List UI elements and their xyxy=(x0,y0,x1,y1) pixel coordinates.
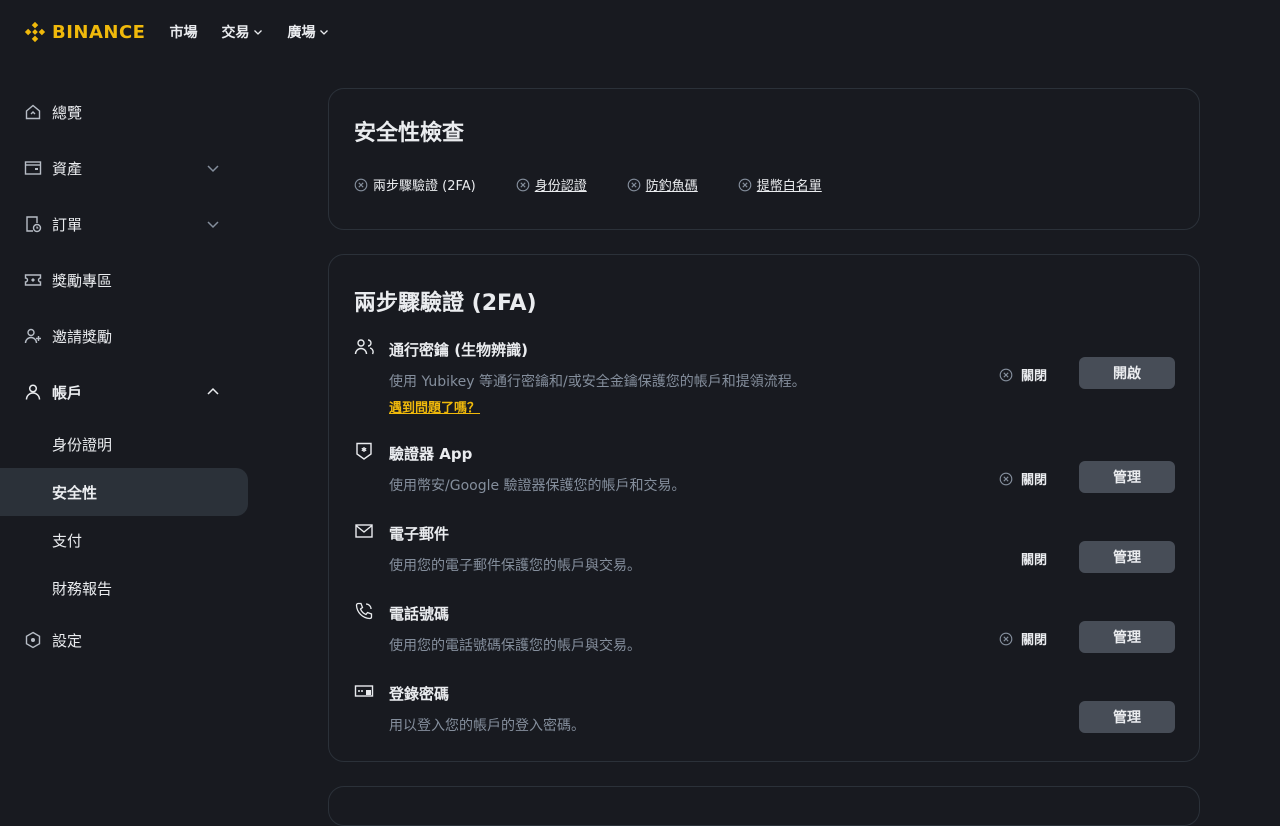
binance-logo-icon xyxy=(24,21,46,43)
chevron-down-icon[interactable] xyxy=(206,217,220,231)
settings-icon xyxy=(24,631,42,649)
check-identity[interactable]: 身份認證 xyxy=(516,175,587,194)
security-check-title: 安全性檢查 xyxy=(354,121,465,146)
row-description: 使用幣安/Google 驗證器保護您的帳戶和交易。 xyxy=(389,478,686,494)
status-label: 關閉 xyxy=(1020,553,1047,568)
nav-markets[interactable]: 市場 xyxy=(169,22,197,42)
status-label: 關閉 xyxy=(1020,473,1047,488)
status-badge: 關閉 xyxy=(1021,549,1047,568)
sidebar-item-referral[interactable]: 邀請獎勵 xyxy=(0,308,248,364)
row-title: 驗證器 App xyxy=(389,445,473,463)
row-description: 使用您的電話號碼保護您的帳戶與交易。 xyxy=(389,638,641,654)
sidebar-item-label: 獎勵專區 xyxy=(52,271,113,290)
twofa-title: 兩步驟驗證 (2FA) xyxy=(354,291,537,316)
row-title: 通行密鑰 (生物辨識) xyxy=(389,341,528,359)
passkey-icon xyxy=(354,339,374,355)
sidebar-item-orders[interactable]: 訂單 xyxy=(0,196,248,252)
twofa-row-email: 電子郵件 使用您的電子郵件保護您的帳戶與交易。 關閉 管理 xyxy=(329,519,1199,599)
row-title: 登錄密碼 xyxy=(389,685,450,703)
check-label: 防釣魚碼 xyxy=(645,179,698,194)
nav-label: 市場 xyxy=(169,25,198,41)
manage-authenticator-button[interactable]: 管理 xyxy=(1079,461,1175,493)
help-link[interactable]: 遇到問題了嗎？ xyxy=(389,397,480,416)
twofa-row-password: 登錄密碼 用以登入您的帳戶的登入密碼。 管理 xyxy=(329,679,1199,759)
sidebar-item-label: 總覽 xyxy=(52,103,83,122)
sidebar-item-account[interactable]: 帳戶 xyxy=(0,364,248,420)
x-circle-icon xyxy=(999,632,1013,645)
manage-password-button[interactable]: 管理 xyxy=(1079,701,1175,733)
sidebar-item-label: 訂單 xyxy=(52,215,83,234)
next-card xyxy=(328,786,1200,826)
manage-email-button[interactable]: 管理 xyxy=(1079,541,1175,573)
x-circle-icon xyxy=(627,178,641,191)
email-icon xyxy=(355,524,373,538)
twofa-row-authenticator: 驗證器 App 使用幣安/Google 驗證器保護您的帳戶和交易。 關閉 管理 xyxy=(329,439,1199,519)
x-circle-icon xyxy=(999,472,1013,485)
sidebar: 總覽 資產 訂單 獎勵專區 邀請獎勵 帳戶 身份證明 安全性 支付 財務報告 設… xyxy=(0,84,248,668)
twofa-row-phone: 電話號碼 使用您的電話號碼保護您的帳戶與交易。 關閉 管理 xyxy=(329,599,1199,679)
nav-label: 交易 xyxy=(221,25,250,41)
x-circle-icon xyxy=(738,178,752,191)
chevron-down-icon[interactable] xyxy=(206,161,220,175)
row-title: 電話號碼 xyxy=(389,605,450,623)
status-badge: 關閉 xyxy=(999,469,1047,488)
row-description: 用以登入您的帳戶的登入密碼。 xyxy=(389,718,585,734)
sidebar-item-overview[interactable]: 總覽 xyxy=(0,84,248,140)
security-check-list: 兩步驟驗證 (2FA) 身份認證 防釣魚碼 提幣白名單 xyxy=(354,175,1175,194)
check-label: 提幣白名單 xyxy=(756,179,822,194)
sidebar-sub-identity[interactable]: 身份證明 xyxy=(0,420,248,468)
add-user-icon xyxy=(24,327,42,345)
check-label: 兩步驟驗證 (2FA) xyxy=(373,179,476,194)
status-badge: 關閉 xyxy=(999,365,1047,384)
row-title: 電子郵件 xyxy=(389,525,450,543)
authenticator-icon xyxy=(356,442,372,460)
sidebar-item-settings[interactable]: 設定 xyxy=(0,612,248,668)
sidebar-item-assets[interactable]: 資產 xyxy=(0,140,248,196)
x-circle-icon xyxy=(516,178,530,191)
check-anti-phishing[interactable]: 防釣魚碼 xyxy=(627,175,698,194)
row-description: 使用 Yubikey 等通行密鑰和/或安全金鑰保護您的帳戶和提領流程。 xyxy=(389,374,806,390)
nav-square[interactable]: 廣場 xyxy=(287,22,329,42)
twofa-list: 通行密鑰 (生物辨識) 使用 Yubikey 等通行密鑰和/或安全金鑰保護您的帳… xyxy=(329,335,1199,759)
nav-label: 廣場 xyxy=(287,25,316,41)
chevron-down-icon xyxy=(254,30,263,35)
sidebar-sub-security[interactable]: 安全性 xyxy=(0,468,248,516)
sidebar-item-label: 資產 xyxy=(52,159,83,178)
sidebar-sub-financial-report[interactable]: 財務報告 xyxy=(0,564,248,612)
row-description: 使用您的電子郵件保護您的帳戶與交易。 xyxy=(389,558,641,574)
phone-icon xyxy=(355,602,373,620)
top-bar: BINANCE 市場 交易 廣場 xyxy=(0,0,1280,64)
orders-icon xyxy=(24,215,42,233)
ticket-icon xyxy=(24,271,42,289)
status-label: 關閉 xyxy=(1020,369,1047,384)
sidebar-item-label: 邀請獎勵 xyxy=(52,327,113,346)
check-label: 身份認證 xyxy=(534,179,587,194)
sidebar-item-label: 帳戶 xyxy=(52,383,83,402)
chevron-down-icon xyxy=(320,30,329,35)
sidebar-sub-payment[interactable]: 支付 xyxy=(0,516,248,564)
sidebar-item-label: 設定 xyxy=(52,631,83,650)
x-circle-icon xyxy=(354,178,368,191)
password-icon xyxy=(354,685,374,697)
nav-trade[interactable]: 交易 xyxy=(221,22,263,42)
status-label: 關閉 xyxy=(1020,633,1047,648)
enable-passkey-button[interactable]: 開啟 xyxy=(1079,357,1175,389)
wallet-icon xyxy=(24,159,42,177)
logo-text: BINANCE xyxy=(52,21,146,43)
security-check-card: 安全性檢查 兩步驟驗證 (2FA) 身份認證 防釣魚碼 提幣白名單 xyxy=(328,88,1200,230)
sidebar-item-rewards[interactable]: 獎勵專區 xyxy=(0,252,248,308)
x-circle-icon xyxy=(999,368,1013,381)
home-icon xyxy=(24,103,42,121)
user-icon xyxy=(24,383,42,401)
binance-logo[interactable]: BINANCE xyxy=(24,21,145,43)
check-2fa: 兩步驟驗證 (2FA) xyxy=(354,175,476,194)
twofa-card: 兩步驟驗證 (2FA) 通行密鑰 (生物辨識) 使用 Yubikey 等通行密鑰… xyxy=(328,254,1200,762)
status-badge: 關閉 xyxy=(999,629,1047,648)
check-withdraw-whitelist[interactable]: 提幣白名單 xyxy=(738,175,822,194)
chevron-up-icon[interactable] xyxy=(206,385,220,399)
manage-phone-button[interactable]: 管理 xyxy=(1079,621,1175,653)
twofa-row-passkey: 通行密鑰 (生物辨識) 使用 Yubikey 等通行密鑰和/或安全金鑰保護您的帳… xyxy=(329,335,1199,439)
